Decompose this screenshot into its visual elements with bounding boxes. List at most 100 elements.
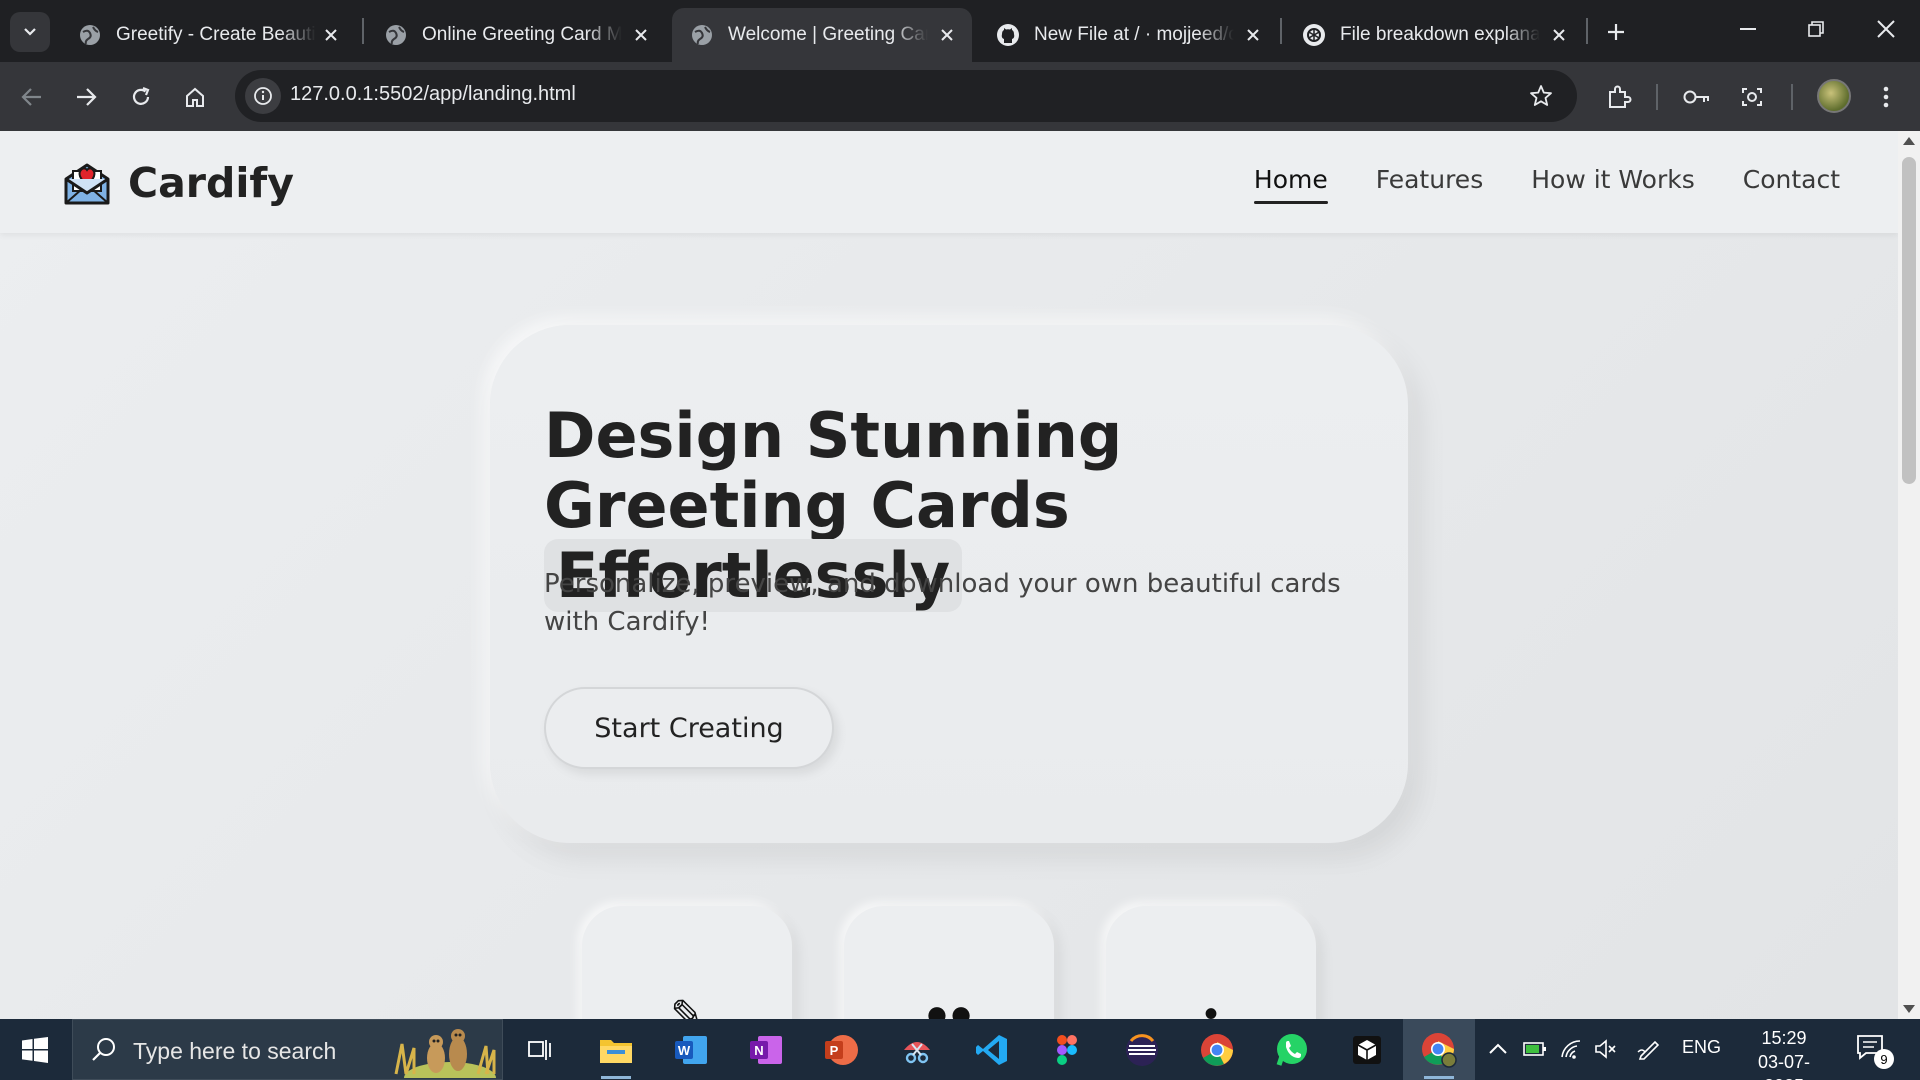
file-explorer-button[interactable] <box>597 1031 635 1079</box>
svg-text:W: W <box>678 1043 691 1058</box>
taskbar-search-box[interactable]: Type here to search <box>72 1019 503 1080</box>
pen-icon[interactable] <box>1637 1038 1661 1065</box>
folder-icon <box>600 1040 632 1063</box>
notification-center-button[interactable]: 9 <box>1856 1033 1894 1069</box>
passwords-button[interactable] <box>1679 79 1715 115</box>
hero-card: Design Stunning Greeting Cards Effortles… <box>490 325 1408 843</box>
task-view-button[interactable] <box>521 1031 559 1069</box>
profile-avatar[interactable] <box>1817 79 1851 113</box>
tab-title: File breakdown explanation <box>1340 24 1540 45</box>
clock-time: 15:29 <box>1761 1028 1807 1048</box>
notification-count-badge: 9 <box>1874 1049 1894 1069</box>
scissors-icon <box>904 1042 930 1064</box>
restore-button[interactable] <box>1782 0 1850 58</box>
scroll-up-arrow-icon[interactable] <box>1903 137 1915 145</box>
browser-tab-3-active[interactable]: Welcome | Greeting Card <box>672 8 972 62</box>
task-view-icon <box>528 1040 551 1060</box>
close-icon[interactable] <box>1548 24 1570 46</box>
toolbar-divider <box>1656 84 1658 110</box>
feature-card-1: ✎ <box>582 906 792 1019</box>
screenshot-button[interactable] <box>1734 79 1770 115</box>
main-nav: Home Features How it Works Contact <box>1206 165 1840 204</box>
arrow-right-icon <box>77 88 97 106</box>
nav-contact[interactable]: Contact <box>1743 165 1840 204</box>
whatsapp-icon <box>1276 1034 1307 1066</box>
url-text[interactable]: 127.0.0.1:5502/app/landing.html <box>290 83 576 106</box>
figma-app-button[interactable] <box>1048 1031 1086 1069</box>
page-viewport: Cardify Home Features How it Works Conta… <box>0 131 1898 1019</box>
new-tab-button[interactable] <box>1598 14 1634 50</box>
extensions-button[interactable] <box>1601 79 1637 115</box>
home-icon <box>186 87 204 107</box>
nav-home[interactable]: Home <box>1253 165 1328 204</box>
scroll-thumb[interactable] <box>1902 157 1916 484</box>
language-indicator[interactable]: ENG <box>1682 1037 1721 1058</box>
site-info-icon[interactable] <box>245 78 281 114</box>
svg-text:N: N <box>754 1043 763 1058</box>
onenote-app-button[interactable]: N <box>747 1031 785 1069</box>
nav-features[interactable]: Features <box>1376 165 1484 204</box>
reload-button[interactable] <box>123 79 159 115</box>
powerpoint-icon: P <box>825 1035 858 1065</box>
envelope-heart-icon <box>64 163 110 205</box>
close-icon[interactable] <box>320 24 342 46</box>
feature-card-2: ●● <box>844 906 1054 1019</box>
whatsapp-app-button[interactable] <box>1273 1031 1311 1069</box>
tab-title: New File at / · mojjeed/co <box>1034 24 1234 45</box>
snipping-app-button[interactable] <box>898 1031 936 1069</box>
camera-lens-icon <box>1742 88 1762 106</box>
word-app-button[interactable]: W <box>672 1031 710 1069</box>
feature-icon: ✎ <box>670 993 704 1019</box>
start-creating-button[interactable]: Start Creating <box>544 687 834 769</box>
show-hidden-icons-chevron-icon[interactable] <box>1488 1039 1508 1060</box>
close-icon[interactable] <box>1242 24 1264 46</box>
site-logo[interactable]: Cardify <box>62 159 294 207</box>
tab-search-button[interactable] <box>10 12 50 52</box>
bookmark-star-icon[interactable] <box>1525 80 1557 112</box>
close-icon[interactable] <box>936 24 958 46</box>
back-button[interactable] <box>14 79 50 115</box>
site-header: Cardify Home Features How it Works Conta… <box>0 131 1898 233</box>
volume-muted-icon[interactable] <box>1594 1039 1618 1064</box>
close-window-button[interactable] <box>1852 0 1920 58</box>
powerpoint-app-button[interactable]: P <box>822 1031 860 1069</box>
network-icon[interactable] <box>1560 1039 1584 1064</box>
chrome-profile-icon <box>1422 1033 1457 1068</box>
start-button[interactable] <box>0 1019 70 1080</box>
browser-toolbar: 127.0.0.1:5502/app/landing.html <box>0 62 1920 131</box>
minimize-button[interactable] <box>1714 0 1782 58</box>
vscode-icon <box>976 1035 1007 1065</box>
browser-tab-1[interactable]: Greetify - Create Beautiful <box>60 8 356 62</box>
feature-icon: ●● <box>924 992 974 1019</box>
figma-icon <box>1057 1035 1077 1065</box>
app-cube-button[interactable] <box>1348 1031 1386 1069</box>
browser-tab-5[interactable]: File breakdown explanation <box>1284 8 1584 62</box>
system-clock[interactable]: 15:29 03-07-2025 <box>1738 1026 1830 1080</box>
close-icon <box>1877 20 1895 38</box>
globe-icon <box>384 23 408 47</box>
address-bar[interactable]: 127.0.0.1:5502/app/landing.html <box>235 70 1577 122</box>
feature-icon: • <box>1203 992 1218 1019</box>
onenote-icon: N <box>750 1036 782 1064</box>
chevron-down-icon <box>24 28 36 36</box>
battery-icon[interactable] <box>1523 1040 1547 1063</box>
kebab-menu-icon <box>1883 86 1889 108</box>
eclipse-app-button[interactable] <box>1123 1031 1161 1069</box>
close-icon[interactable] <box>630 24 652 46</box>
windows-taskbar: Type here to search W N P ENG 15:29 03-0… <box>0 1019 1920 1080</box>
scroll-down-arrow-icon[interactable] <box>1903 1005 1915 1013</box>
vscode-app-button[interactable] <box>973 1031 1011 1069</box>
chrome-app-button[interactable] <box>1198 1031 1236 1069</box>
nav-how-it-works[interactable]: How it Works <box>1531 165 1695 204</box>
forward-button[interactable] <box>68 79 104 115</box>
browser-tab-2[interactable]: Online Greeting Card Maker <box>366 8 666 62</box>
chrome-active-app-button[interactable] <box>1420 1031 1458 1079</box>
home-button[interactable] <box>177 79 213 115</box>
browser-menu-button[interactable] <box>1868 79 1904 115</box>
page-scrollbar[interactable] <box>1898 131 1920 1019</box>
chrome-icon <box>1201 1034 1233 1066</box>
browser-tab-4[interactable]: New File at / · mojjeed/co <box>978 8 1278 62</box>
search-highlight-illustration <box>394 1029 496 1078</box>
github-icon <box>996 23 1020 47</box>
clock-date: 03-07-2025 <box>1757 1052 1811 1080</box>
